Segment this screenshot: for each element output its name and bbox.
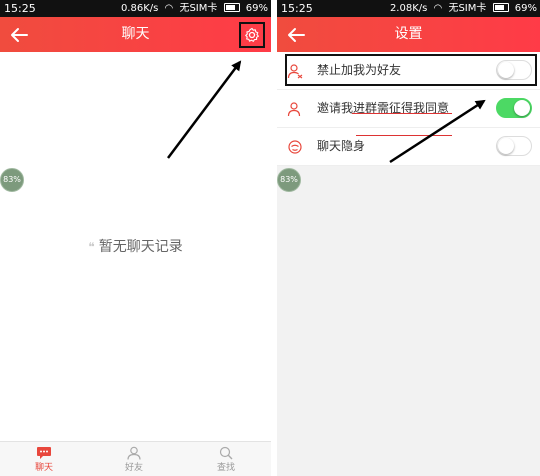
battery-icon <box>492 3 509 12</box>
setting-label: 邀请我进群需征得我同意 <box>317 101 450 115</box>
user-block-icon <box>287 64 303 79</box>
empty-state: ❝ 暂无聊天记录 <box>0 236 271 256</box>
tab-search[interactable]: 查找 <box>186 442 266 476</box>
stealth-toggle[interactable] <box>496 136 532 156</box>
stealth-icon <box>288 140 302 154</box>
block-friend-toggle[interactable] <box>496 60 532 80</box>
network-speed: 0.86K/s <box>120 3 159 14</box>
header: 设置 <box>277 17 540 52</box>
wifi-icon: ◠ <box>433 3 443 14</box>
tab-chat-label: 聊天 <box>34 463 53 473</box>
setting-label: 禁止加我为好友 <box>317 63 402 77</box>
settings-list: 禁止加我为好友 邀请我进群需征得我同意 聊天隐身 <box>277 52 540 166</box>
chat-icon <box>37 447 51 459</box>
tab-chat[interactable]: 聊天 <box>4 442 84 476</box>
setting-row-group-invite[interactable]: 邀请我进群需征得我同意 <box>277 90 540 128</box>
page-title: 聊天 <box>121 26 150 42</box>
quote-icon: ❝ <box>88 240 95 254</box>
wifi-icon: ◠ <box>164 3 174 14</box>
chat-screen: 15:25 0.86K/s ◠ 无SIM卡 69% 聊天 83% ❝ 暂无聊天记录 <box>0 0 271 476</box>
status-time: 15:25 <box>4 2 36 15</box>
network-speed: 2.08K/s <box>389 3 428 14</box>
battery-level: 69% <box>514 3 537 14</box>
sim-status: 无SIM卡 <box>448 3 487 14</box>
group-invite-toggle[interactable] <box>496 98 532 118</box>
annotation-underline <box>356 135 452 136</box>
status-bar: 15:25 2.08K/s ◠ 无SIM卡 69% <box>277 0 540 17</box>
setting-label: 聊天隐身 <box>317 139 366 153</box>
floating-badge[interactable]: 83% <box>277 168 301 192</box>
header: 聊天 <box>0 17 271 52</box>
settings-button[interactable] <box>239 22 265 48</box>
settings-screen: 15:25 2.08K/s ◠ 无SIM卡 69% 设置 禁止加我为好友 邀请我… <box>277 0 540 476</box>
setting-row-block-friend[interactable]: 禁止加我为好友 <box>277 52 540 90</box>
tab-friends-label: 好友 <box>124 463 143 473</box>
tab-bar: 聊天 好友 查找 <box>0 441 271 476</box>
tab-friends[interactable]: 好友 <box>94 442 174 476</box>
search-icon <box>219 446 233 460</box>
battery-icon <box>223 3 240 12</box>
setting-row-stealth[interactable]: 聊天隐身 <box>277 128 540 166</box>
empty-state-text: 暂无聊天记录 <box>98 239 183 255</box>
status-time: 15:25 <box>281 2 313 15</box>
annotation-underline <box>352 113 452 114</box>
user-invite-icon <box>287 102 301 117</box>
status-bar: 15:25 0.86K/s ◠ 无SIM卡 69% <box>0 0 271 17</box>
floating-badge[interactable]: 83% <box>0 168 24 192</box>
friends-icon <box>127 446 141 460</box>
tab-search-label: 查找 <box>216 463 235 473</box>
gear-icon <box>245 27 259 42</box>
battery-level: 69% <box>245 3 268 14</box>
page-title: 设置 <box>394 26 423 42</box>
sim-status: 无SIM卡 <box>179 3 218 14</box>
